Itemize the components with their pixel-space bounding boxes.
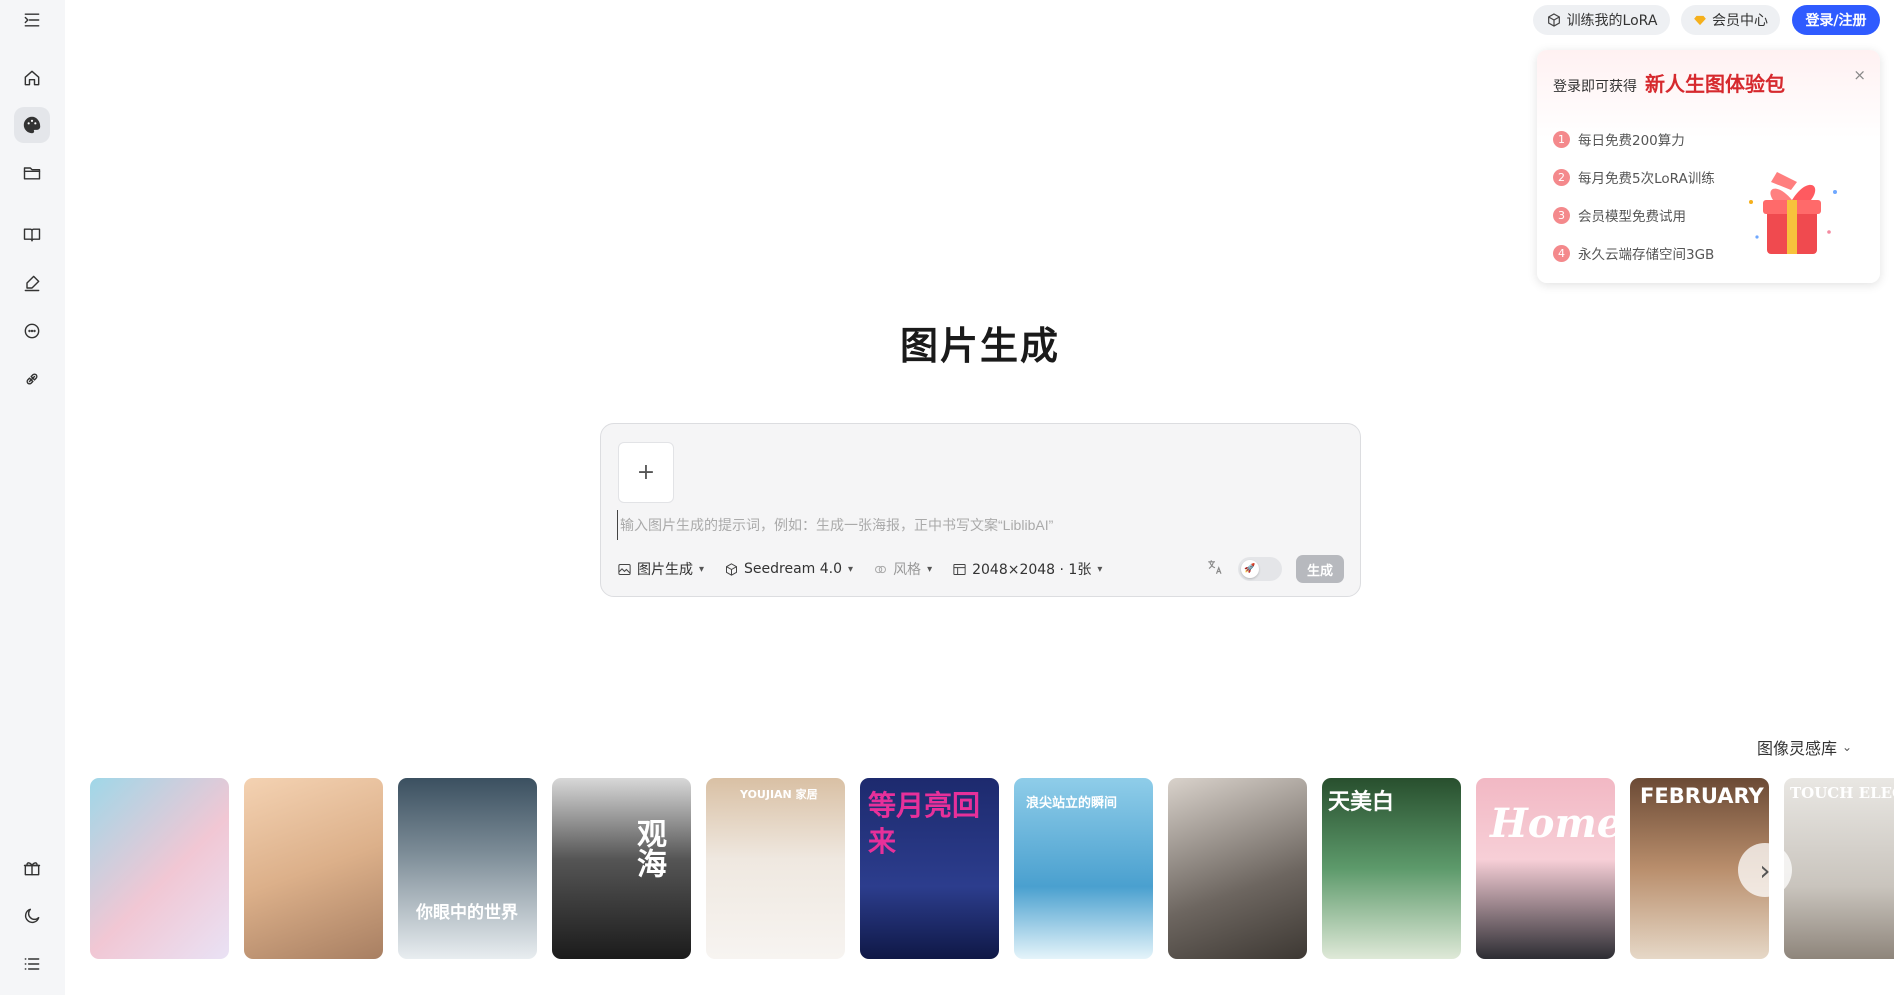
gallery-card[interactable]: [90, 778, 229, 959]
benefit-number: 3: [1553, 206, 1570, 224]
page-title: 图片生成: [899, 324, 1060, 368]
inspiration-library-dropdown[interactable]: 图像灵感库 ⌄: [1757, 735, 1852, 759]
close-icon[interactable]: ×: [1853, 66, 1866, 84]
login-register-button[interactable]: 登录/注册: [1792, 5, 1880, 35]
gallery-card[interactable]: 浪尖站立的瞬间: [1014, 778, 1153, 959]
benefit-text: 永久云端存储空间3GB: [1578, 247, 1715, 263]
card-text: FEBRUARY: [1640, 784, 1764, 808]
train-lora-label: 训练我的LoRA: [1566, 13, 1658, 29]
benefit-text: 每日免费200算力: [1578, 133, 1685, 149]
model-cube-icon: [726, 562, 738, 576]
card-text: 浪尖站立的瞬间: [1026, 796, 1118, 811]
benefit-number: 1: [1553, 130, 1570, 148]
chevron-down-icon: ⌄: [1842, 740, 1853, 754]
card-text: 天美白: [1328, 789, 1395, 815]
list-item: 1 每日免费200算力: [1553, 120, 1715, 158]
model-select[interactable]: Seedream 4.0 ▾: [724, 561, 853, 577]
brush-icon[interactable]: [14, 265, 50, 301]
gallery-card[interactable]: Home: [1476, 778, 1615, 959]
mode-label: 图片生成: [637, 562, 693, 578]
gallery-card[interactable]: [1168, 778, 1307, 959]
card-text: Home: [1490, 800, 1615, 847]
generate-button[interactable]: 生成: [1296, 555, 1344, 583]
home-icon[interactable]: [14, 60, 50, 96]
gallery-next-button[interactable]: ›: [1738, 843, 1792, 897]
vip-center-button[interactable]: 会员中心: [1681, 5, 1780, 35]
size-frame-icon: [953, 563, 966, 575]
style-label: 风格: [893, 562, 922, 578]
benefit-text: 每月免费5次LoRA训练: [1578, 171, 1715, 187]
folder-icon[interactable]: [14, 155, 50, 191]
gallery-card[interactable]: 等月亮回来: [860, 778, 999, 959]
chevron-down-icon: ▾: [848, 563, 854, 575]
gallery-card[interactable]: 天美白: [1322, 778, 1461, 959]
upload-image-button[interactable]: +: [618, 442, 674, 503]
benefit-number: 2: [1553, 168, 1570, 186]
gallery-card[interactable]: YOUJIAN 家居: [706, 778, 845, 959]
gift-box-icon: [1749, 172, 1837, 254]
card-text: YOUJIAN 家居: [740, 788, 818, 801]
newbie-promo-card: 登录即可获得 新人生图体验包 × 1 每日免费200算力 2 每月免费5次LoR…: [1537, 50, 1880, 283]
gift-icon[interactable]: [14, 850, 50, 886]
mode-select[interactable]: 图片生成 ▾: [617, 559, 704, 579]
size-select[interactable]: 2048×2048 · 1张 ▾: [952, 559, 1102, 579]
card-text: 你眼中的世界: [416, 903, 518, 923]
chevron-down-icon: ▾: [927, 563, 933, 575]
train-lora-button[interactable]: 训练我的LoRA: [1533, 5, 1670, 35]
menu-toggle-icon[interactable]: [14, 2, 50, 38]
style-select[interactable]: 风格 ▾: [873, 559, 932, 579]
rocket-icon: 🚀: [1241, 560, 1259, 578]
card-text: 观海: [631, 818, 666, 878]
benefit-text: 会员模型免费试用: [1578, 209, 1686, 225]
cube-icon: [1547, 13, 1560, 27]
list-item: 3 会员模型免费试用: [1553, 196, 1715, 234]
list-item: 2 每月免费5次LoRA训练: [1553, 158, 1715, 196]
palette-icon[interactable]: [14, 107, 50, 143]
promo-pre-text: 登录即可获得: [1553, 79, 1637, 95]
inspiration-library-label: 图像灵感库: [1757, 739, 1838, 758]
card-text: TOUCH ELEGANCE: [1790, 784, 1894, 802]
promo-benefit-list: 1 每日免费200算力 2 每月免费5次LoRA训练 3 会员模型免费试用 4 …: [1553, 120, 1715, 272]
promo-title: 新人生图体验包: [1645, 72, 1785, 96]
list-item: 4 永久云端存储空间3GB: [1553, 234, 1715, 272]
promo-header: 登录即可获得 新人生图体验包: [1553, 68, 1785, 97]
gallery-card[interactable]: TOUCH ELEGANCE: [1784, 778, 1894, 959]
gallery-card[interactable]: 你眼中的世界: [398, 778, 537, 959]
chevron-down-icon: ▾: [699, 563, 705, 575]
prompt-toolbar: 图片生成 ▾ Seedream 4.0 ▾ 风格 ▾ 2048×2048 · 1…: [617, 554, 1122, 584]
prompt-actions: 🚀 生成: [1206, 554, 1344, 584]
sidebar: [0, 0, 65, 995]
model-label: Seedream 4.0: [744, 561, 843, 577]
translate-icon[interactable]: [1206, 558, 1224, 580]
vip-center-label: 会员中心: [1712, 13, 1768, 29]
prompt-box: + 图片生成 ▾ Seedream 4.0 ▾ 风格 ▾ 2048×2048 ·…: [600, 423, 1361, 597]
benefit-number: 4: [1553, 244, 1570, 262]
card-text: 等月亮回来: [868, 789, 981, 858]
style-icon: [875, 565, 887, 573]
gallery-card[interactable]: [244, 778, 383, 959]
rocket-toggle[interactable]: 🚀: [1238, 557, 1282, 581]
theme-moon-icon[interactable]: [14, 898, 50, 934]
prompt-input[interactable]: [617, 510, 1337, 540]
gallery-card[interactable]: 观海: [552, 778, 691, 959]
diamond-icon: [1694, 15, 1706, 25]
inspiration-gallery: 你眼中的世界 观海 YOUJIAN 家居 等月亮回来 浪尖站立的瞬间 天美白 H…: [90, 778, 1894, 960]
image-mode-icon: [618, 563, 631, 575]
list-icon[interactable]: [14, 946, 50, 982]
book-icon[interactable]: [14, 217, 50, 253]
chevron-down-icon: ▾: [1097, 563, 1103, 575]
size-label: 2048×2048 · 1张: [972, 562, 1092, 578]
